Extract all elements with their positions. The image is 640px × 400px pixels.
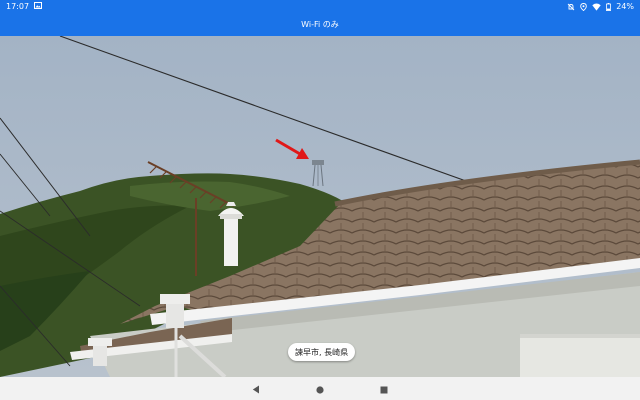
- back-icon: [252, 379, 260, 398]
- location-icon: [580, 2, 587, 11]
- status-time: 17:07: [6, 2, 30, 11]
- recents-icon: [380, 379, 388, 398]
- home-button[interactable]: [310, 379, 330, 399]
- battery-icon: [606, 2, 612, 11]
- window-frame: [520, 334, 640, 377]
- location-text: 諫早市, 長崎県: [295, 347, 349, 357]
- recents-button[interactable]: [374, 379, 394, 399]
- radio-tower: [312, 160, 324, 187]
- battery-percent: 24%: [616, 2, 634, 11]
- street-view-photo[interactable]: [0, 36, 640, 377]
- image-icon: [34, 2, 43, 11]
- title-bar: Wi-Fi のみ: [0, 13, 640, 36]
- wifi-icon: [592, 3, 601, 11]
- mute-icon: [567, 3, 575, 11]
- nav-bar: [0, 377, 640, 400]
- page-title: Wi-Fi のみ: [301, 20, 339, 29]
- status-bar: 17:07 24%: [0, 0, 640, 13]
- back-button[interactable]: [246, 379, 266, 399]
- location-label[interactable]: 諫早市, 長崎県: [288, 343, 356, 361]
- home-icon: [316, 379, 324, 398]
